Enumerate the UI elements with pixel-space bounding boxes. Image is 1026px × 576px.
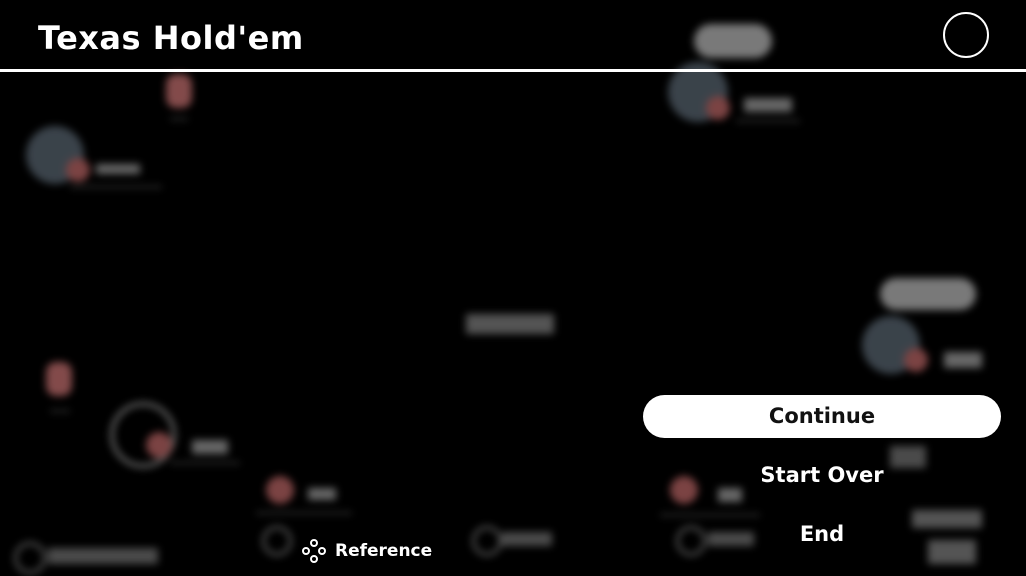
background-decoration [170,118,188,120]
background-decoration [50,410,70,412]
background-chip [66,158,90,182]
background-decoration [744,98,792,112]
background-chip [146,432,172,458]
button-dot [310,555,318,563]
background-decoration [736,120,800,122]
game-screen: Texas Hold'em Continue Start Over End Re… [0,0,1026,576]
background-decoration [262,526,292,556]
background-decoration [466,314,554,334]
background-chip [706,96,730,120]
continue-button[interactable]: Continue [643,395,1001,438]
background-decoration [14,542,46,574]
button-dot [318,547,326,555]
header-bar: Texas Hold'em [0,0,1026,72]
background-decoration [308,488,336,500]
game-title: Texas Hold'em [38,19,304,57]
circle-button-icon[interactable] [943,12,989,58]
reference-label: Reference [335,541,433,561]
background-decoration [944,352,982,368]
background-card [166,74,192,108]
header-divider [0,69,1026,72]
reference-hint[interactable]: Reference [302,538,432,564]
background-card [46,362,72,396]
background-decoration [96,164,140,174]
background-bubble [880,278,976,310]
start-over-button[interactable]: Start Over [643,454,1001,497]
background-decoration [48,548,158,564]
button-cluster-icon [302,539,326,563]
background-decoration [472,526,502,556]
button-dot [310,539,318,547]
background-decoration [70,186,162,188]
button-dot [302,547,310,555]
background-decoration [192,440,228,454]
background-chip [904,348,928,372]
background-decoration [170,462,240,464]
background-decoration [256,512,352,514]
end-button[interactable]: End [643,513,1001,556]
background-chip [266,476,294,504]
background-decoration [502,532,552,546]
